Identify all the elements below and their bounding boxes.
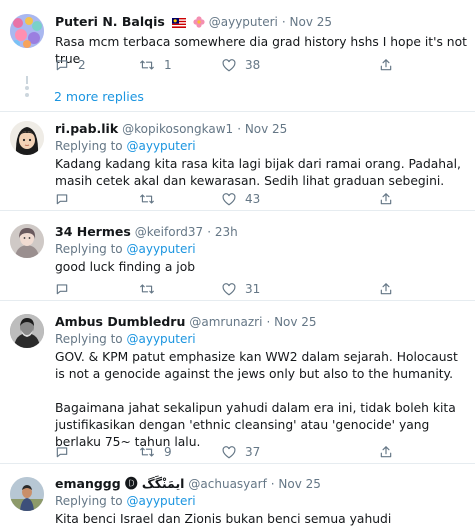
flower-emoji-icon xyxy=(193,16,205,32)
heart-icon xyxy=(222,282,236,295)
replying-to: Replying to @ayyputeri xyxy=(55,493,467,509)
reply-icon xyxy=(56,284,68,295)
tweet[interactable]: emanggg 🅓 ايمَنْگَگ @achuasyarf · Nov 25… xyxy=(0,465,475,528)
like-count: 31 xyxy=(245,282,261,296)
replying-to-link[interactable]: @ayyputeri xyxy=(126,242,195,256)
retweet-button[interactable]: 1 xyxy=(139,58,172,72)
timestamp[interactable]: · 23h xyxy=(207,225,238,239)
thread-dot xyxy=(25,86,29,90)
thread-dot xyxy=(25,93,29,97)
timestamp[interactable]: · Nov 25 xyxy=(271,477,321,491)
avatar[interactable] xyxy=(10,121,44,155)
timestamp[interactable]: · Nov 25 xyxy=(266,315,316,329)
retweet-button[interactable] xyxy=(139,282,164,296)
retweet-icon xyxy=(140,447,154,457)
handle[interactable]: @achuasyarf xyxy=(188,477,266,491)
share-icon xyxy=(380,446,392,458)
tweet-paragraph: good luck finding a job xyxy=(55,260,196,274)
replying-to: Replying to @ayyputeri xyxy=(55,241,467,257)
share-button[interactable] xyxy=(379,192,393,206)
tweet-actions: 43 xyxy=(55,192,395,208)
retweet-icon xyxy=(140,194,154,204)
like-button[interactable]: 43 xyxy=(222,192,260,206)
share-button[interactable] xyxy=(379,282,393,296)
display-name[interactable]: Puteri N. Balqis xyxy=(55,14,165,29)
retweet-count: 1 xyxy=(164,58,172,72)
reply-icon xyxy=(56,194,68,205)
tweet-text: Kadang kadang kita rasa kita lagi bijak … xyxy=(55,156,467,190)
display-name[interactable]: emanggg 🅓 ايمَنْگَگ xyxy=(55,476,184,491)
heart-icon xyxy=(222,445,236,458)
retweet-icon xyxy=(140,284,154,294)
retweet-icon xyxy=(140,60,154,70)
like-button[interactable]: 37 xyxy=(222,445,260,459)
tweet-actions: 31 xyxy=(55,282,395,298)
avatar[interactable] xyxy=(10,224,44,258)
tweet-text: GOV. & KPM patut emphasize kan WW2 dalam… xyxy=(55,349,467,451)
tweet-paragraph: GOV. & KPM patut emphasize kan WW2 dalam… xyxy=(55,350,458,381)
handle[interactable]: @kopikosongkaw1 xyxy=(122,122,233,136)
like-count: 37 xyxy=(245,445,261,459)
reply-icon xyxy=(56,60,68,71)
handle[interactable]: @keiford37 xyxy=(135,225,203,239)
like-button[interactable]: 31 xyxy=(222,282,260,296)
reply-button[interactable] xyxy=(55,445,78,459)
tweet-text: Kita benci Israel dan Zionis bukan benci… xyxy=(55,511,467,528)
retweet-button[interactable] xyxy=(139,192,164,206)
tweet-paragraph: Kita benci Israel dan Zionis bukan benci… xyxy=(55,512,392,526)
reply-button[interactable] xyxy=(55,282,78,296)
share-icon xyxy=(380,283,392,295)
retweet-button[interactable]: 9 xyxy=(139,445,172,459)
replying-to-label: Replying to xyxy=(55,242,123,256)
timestamp[interactable]: · Nov 25 xyxy=(237,122,287,136)
share-icon xyxy=(380,193,392,205)
tweet[interactable]: ri.pab.lik @kopikosongkaw1 · Nov 25 Repl… xyxy=(0,113,475,211)
avatar[interactable] xyxy=(10,477,44,511)
tweet-actions: 9 37 xyxy=(55,445,395,461)
handle[interactable]: @amrunazri xyxy=(189,315,262,329)
replying-to-label: Replying to xyxy=(55,494,123,508)
avatar[interactable] xyxy=(10,14,44,48)
like-count: 38 xyxy=(245,58,261,72)
tweet-paragraph: Bagaimana jahat sekalipun yahudi dalam e… xyxy=(55,401,456,449)
share-button[interactable] xyxy=(379,445,393,459)
timestamp[interactable]: · Nov 25 xyxy=(282,15,332,29)
reply-icon xyxy=(56,447,68,458)
tweet[interactable]: Puteri N. Balqis @ayyputeri · Nov 25 Ras… xyxy=(0,0,475,76)
reply-count: 2 xyxy=(78,58,86,72)
like-button[interactable]: 38 xyxy=(222,58,260,72)
share-button[interactable] xyxy=(379,58,393,72)
heart-icon xyxy=(222,192,236,205)
like-count: 43 xyxy=(245,192,261,206)
reply-button[interactable] xyxy=(55,192,78,206)
display-name[interactable]: ri.pab.lik xyxy=(55,121,118,136)
replying-to-link[interactable]: @ayyputeri xyxy=(126,494,195,508)
share-icon xyxy=(380,59,392,71)
reply-button[interactable]: 2 xyxy=(55,58,86,72)
tweet-text: good luck finding a job xyxy=(55,259,467,276)
display-name[interactable]: Ambus Dumbledru xyxy=(55,314,185,329)
display-name[interactable]: 34 Hermes xyxy=(55,224,131,239)
tweet-actions: 2 1 38 xyxy=(55,58,395,74)
replying-to-link[interactable]: @ayyputeri xyxy=(126,332,195,346)
avatar[interactable] xyxy=(10,314,44,348)
replying-to-label: Replying to xyxy=(55,139,123,153)
thread-line xyxy=(26,76,28,84)
heart-icon xyxy=(222,58,236,71)
tweet[interactable]: 34 Hermes @keiford37 · 23h Replying to @… xyxy=(0,212,475,301)
replying-to-link[interactable]: @ayyputeri xyxy=(126,139,195,153)
replying-to-label: Replying to xyxy=(55,332,123,346)
replying-to: Replying to @ayyputeri xyxy=(55,138,467,154)
tweet[interactable]: Ambus Dumbledru @amrunazri · Nov 25 Repl… xyxy=(0,302,475,464)
malaysia-flag-icon xyxy=(171,16,186,32)
handle[interactable]: @ayyputeri xyxy=(209,15,278,29)
replying-to: Replying to @ayyputeri xyxy=(55,331,467,347)
tweet-paragraph: Kadang kadang kita rasa kita lagi bijak … xyxy=(55,157,461,188)
retweet-count: 9 xyxy=(164,445,172,459)
more-replies-link[interactable]: 2 more replies xyxy=(54,89,144,104)
